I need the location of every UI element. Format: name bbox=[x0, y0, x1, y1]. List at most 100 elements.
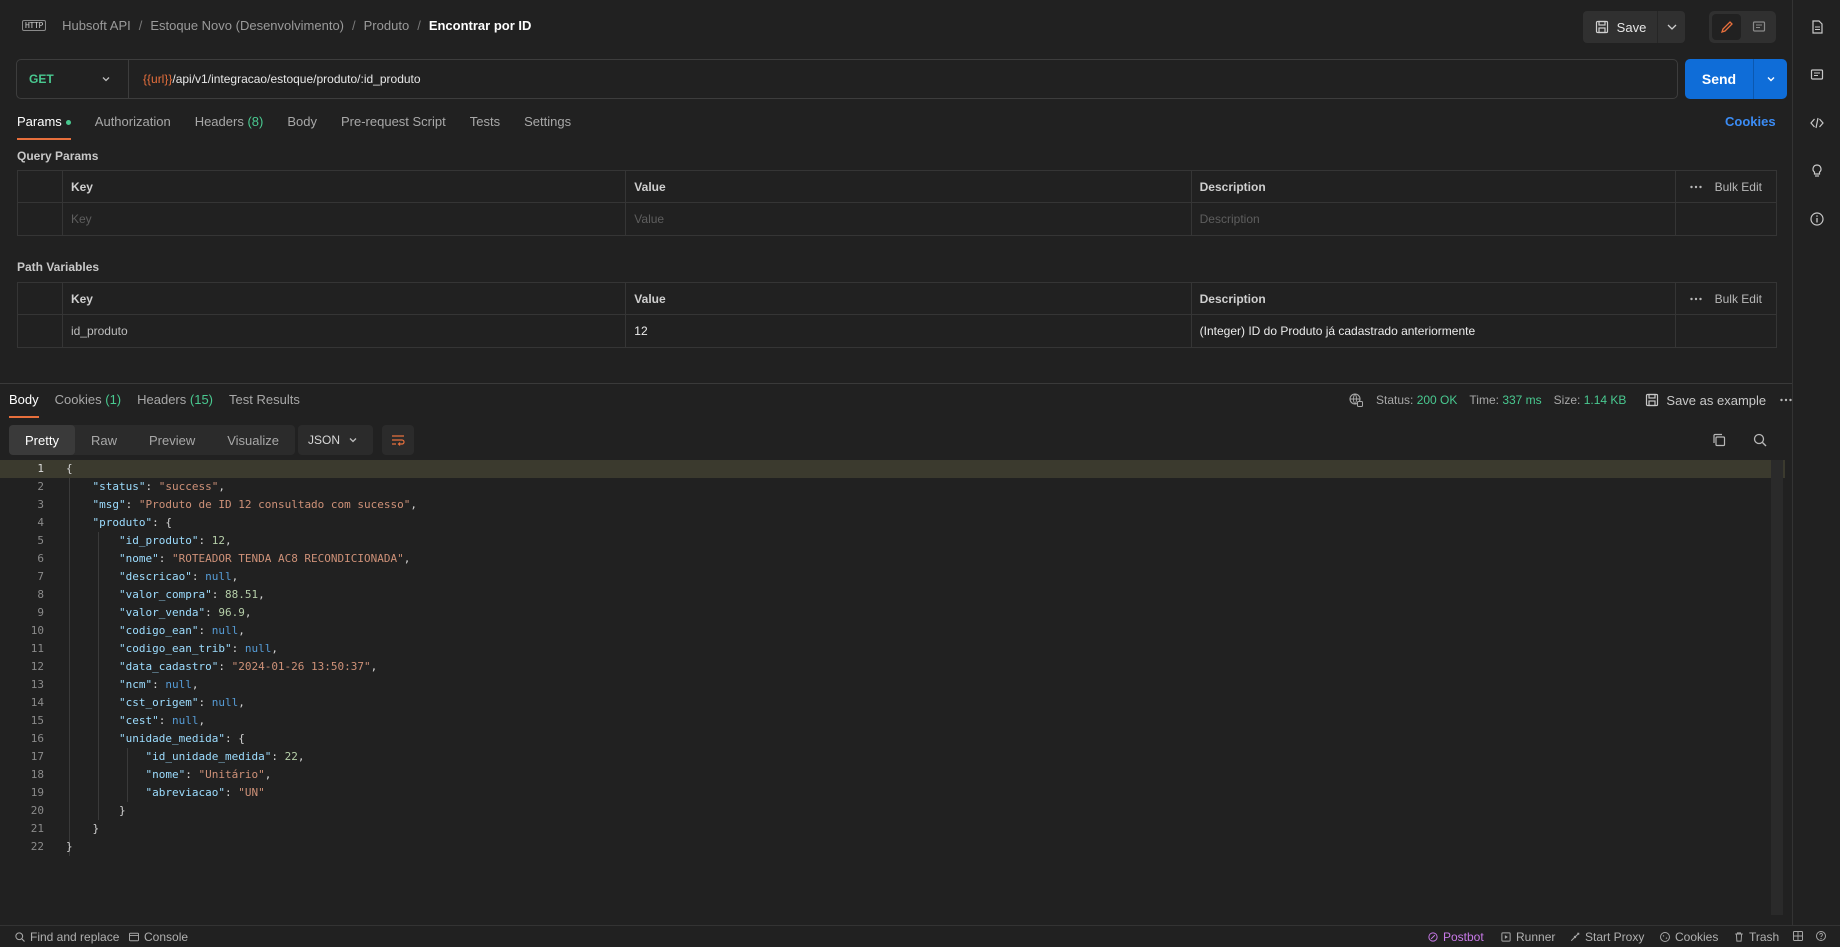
json-key: "unidade_medida" bbox=[118, 732, 225, 745]
path-variable-description-input[interactable]: (Integer) ID do Produto já cadastrado an… bbox=[1192, 315, 1677, 347]
tab-body[interactable]: Body bbox=[287, 114, 317, 140]
documentation-button[interactable] bbox=[1809, 18, 1825, 35]
code-text: "cest": null, bbox=[118, 714, 206, 727]
request-info-button[interactable] bbox=[1809, 210, 1825, 227]
footer-cookies-button[interactable]: Cookies bbox=[1659, 930, 1718, 944]
breadcrumb-collection[interactable]: Hubsoft API bbox=[62, 18, 131, 33]
response-tab-headers[interactable]: Headers (15) bbox=[137, 392, 213, 418]
json-key: "nome" bbox=[145, 768, 186, 781]
code-line: 2 "status": "success", bbox=[0, 478, 1785, 496]
checkbox-column-header bbox=[18, 283, 63, 314]
comments-button[interactable] bbox=[1809, 66, 1825, 83]
language-select[interactable]: JSON bbox=[298, 425, 373, 455]
json-null: null bbox=[211, 696, 239, 709]
find-and-replace-label: Find and replace bbox=[30, 930, 120, 944]
breadcrumb-folder[interactable]: Estoque Novo (Desenvolvimento) bbox=[150, 18, 344, 33]
code-text: "codigo_ean_trib": null, bbox=[118, 642, 278, 655]
editor-scrollbar[interactable] bbox=[1771, 460, 1783, 915]
table-actions: Bulk Edit bbox=[1676, 171, 1776, 202]
key-input[interactable]: Key bbox=[63, 203, 627, 235]
more-options-icon[interactable] bbox=[1688, 179, 1704, 195]
bulk-edit-button[interactable]: Bulk Edit bbox=[1715, 180, 1762, 194]
save-icon bbox=[1595, 20, 1608, 34]
json-null: null bbox=[165, 678, 192, 691]
copy-button[interactable] bbox=[1711, 431, 1727, 448]
edit-mode-button[interactable] bbox=[1712, 14, 1741, 40]
bulk-edit-button[interactable]: Bulk Edit bbox=[1715, 292, 1762, 306]
find-and-replace-button[interactable]: Find and replace bbox=[14, 930, 119, 944]
response-tab-body[interactable]: Body bbox=[9, 392, 39, 418]
key-column-header: Key bbox=[63, 171, 627, 202]
status-info[interactable]: Status: 200 OK bbox=[1376, 393, 1457, 407]
status-label: Status: bbox=[1376, 393, 1414, 407]
json-number: 12 bbox=[211, 534, 225, 547]
code-line: 7 "descricao": null, bbox=[0, 568, 1785, 586]
code-line: 15 "cest": null, bbox=[0, 712, 1785, 730]
response-body-editor[interactable]: 1{ 2 "status": "success", 3 "msg": "Prod… bbox=[0, 460, 1785, 860]
json-string: "success" bbox=[158, 480, 219, 493]
tab-authorization[interactable]: Authorization bbox=[95, 114, 171, 140]
send-dropdown-button[interactable] bbox=[1753, 59, 1787, 99]
response-tab-test-results[interactable]: Test Results bbox=[229, 392, 300, 418]
save-dropdown-button[interactable] bbox=[1657, 11, 1685, 43]
start-proxy-label: Start Proxy bbox=[1585, 930, 1645, 944]
line-number: 19 bbox=[30, 786, 44, 799]
console-icon bbox=[129, 932, 139, 942]
path-variable-value-input[interactable]: 12 bbox=[626, 315, 1192, 347]
cookies-link[interactable]: Cookies bbox=[1725, 114, 1776, 129]
save-as-example-button[interactable]: Save as example bbox=[1644, 392, 1766, 408]
format-tab-pretty[interactable]: Pretty bbox=[9, 425, 75, 455]
tab-tests[interactable]: Tests bbox=[470, 114, 500, 140]
format-tab-preview[interactable]: Preview bbox=[133, 425, 211, 455]
format-tab-visualize[interactable]: Visualize bbox=[211, 425, 295, 455]
help-button[interactable] bbox=[1815, 930, 1827, 942]
code-text: "produto": { bbox=[92, 516, 172, 529]
line-number: 20 bbox=[30, 804, 44, 817]
more-options-icon[interactable] bbox=[1688, 291, 1704, 307]
method-select[interactable]: GET bbox=[17, 60, 129, 98]
row-actions bbox=[1676, 315, 1776, 347]
json-key: "id_unidade_medida" bbox=[145, 750, 272, 763]
json-key: "id_produto" bbox=[118, 534, 199, 547]
json-null: null bbox=[244, 642, 272, 655]
runner-button[interactable]: Runner bbox=[1500, 930, 1555, 944]
trash-button[interactable]: Trash bbox=[1733, 930, 1779, 944]
code-text: "nome": "Unitário", bbox=[145, 768, 272, 781]
time-info[interactable]: Time: 337 ms bbox=[1469, 393, 1541, 407]
console-button[interactable]: Console bbox=[128, 930, 188, 944]
right-sidebar bbox=[1792, 0, 1840, 925]
tab-settings[interactable]: Settings bbox=[524, 114, 571, 140]
network-globe-icon[interactable] bbox=[1348, 392, 1364, 408]
code-text: "descricao": null, bbox=[118, 570, 239, 583]
value-input[interactable]: Value bbox=[626, 203, 1192, 235]
tab-headers[interactable]: Headers (8) bbox=[195, 114, 264, 140]
json-string: "Unitário" bbox=[198, 768, 265, 781]
send-button[interactable]: Send bbox=[1685, 59, 1753, 99]
layout-toggle-button[interactable] bbox=[1792, 930, 1804, 942]
code-text: "valor_venda": 96.9, bbox=[118, 606, 252, 619]
comments-mode-button[interactable] bbox=[1744, 14, 1773, 40]
save-button[interactable]: Save bbox=[1583, 11, 1657, 43]
tab-pre-request-script[interactable]: Pre-request Script bbox=[341, 114, 446, 140]
postbot-button[interactable]: Postbot bbox=[1427, 930, 1484, 944]
json-key: "data_cadastro" bbox=[118, 660, 219, 673]
code-snippet-button[interactable] bbox=[1809, 114, 1825, 131]
url-input[interactable]: {{url}}/api/v1/integracao/estoque/produt… bbox=[129, 72, 421, 86]
headers-count: (8) bbox=[247, 114, 264, 129]
view-mode-toggle bbox=[1709, 11, 1776, 43]
wrap-lines-button[interactable] bbox=[382, 425, 414, 455]
pane-divider[interactable] bbox=[0, 383, 1792, 384]
request-name[interactable]: Encontrar por ID bbox=[429, 18, 532, 33]
breadcrumb-subfolder[interactable]: Produto bbox=[364, 18, 410, 33]
tab-params[interactable]: Params bbox=[17, 114, 71, 140]
line-number: 7 bbox=[37, 570, 44, 583]
format-tab-raw[interactable]: Raw bbox=[75, 425, 133, 455]
line-number: 16 bbox=[30, 732, 44, 745]
search-button[interactable] bbox=[1752, 431, 1768, 448]
start-proxy-button[interactable]: Start Proxy bbox=[1569, 930, 1644, 944]
size-info[interactable]: Size: 1.14 KB bbox=[1554, 393, 1627, 407]
description-input[interactable]: Description bbox=[1192, 203, 1677, 235]
table-header-row: Key Value Description Bulk Edit bbox=[18, 171, 1776, 203]
related-collections-button[interactable] bbox=[1809, 162, 1825, 179]
response-tab-cookies[interactable]: Cookies (1) bbox=[55, 392, 121, 418]
